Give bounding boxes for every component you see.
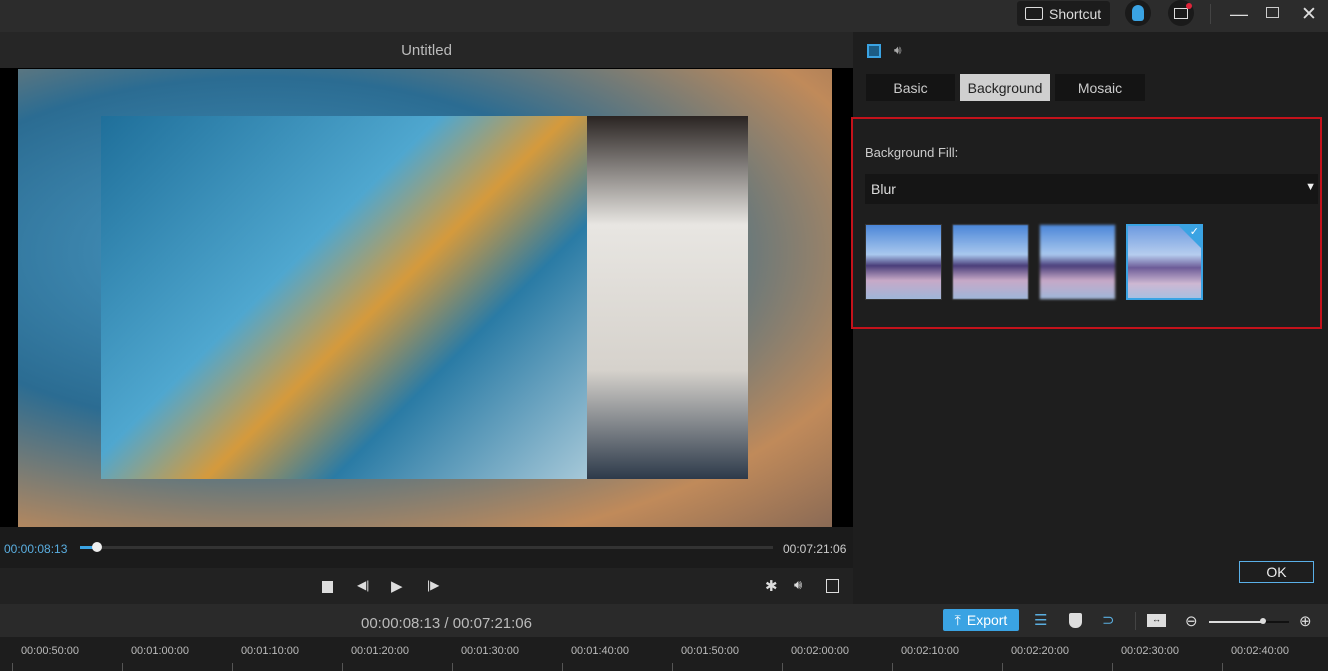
timeline-tick bbox=[342, 663, 343, 671]
dropdown-value: Blur bbox=[871, 181, 896, 197]
blur-option-2[interactable] bbox=[952, 224, 1029, 300]
timeline-tick-label: 00:01:00:00 bbox=[130, 645, 190, 657]
timeline-tick-label: 00:01:10:00 bbox=[240, 645, 300, 657]
video-frame-right bbox=[587, 116, 748, 479]
timeline-tick-label: 00:02:20:00 bbox=[1010, 645, 1070, 657]
video-frame bbox=[101, 116, 587, 479]
timeline-tick-label: 00:02:30:00 bbox=[1120, 645, 1180, 657]
ok-button[interactable]: OK bbox=[1239, 561, 1314, 583]
previous-frame-icon[interactable]: ◀| bbox=[357, 578, 369, 592]
mail-icon bbox=[1174, 2, 1192, 19]
timeline-tick-label: 00:00:50:00 bbox=[20, 645, 80, 657]
zoom-out-icon[interactable]: ⊖ bbox=[1185, 612, 1198, 630]
timeline-tick-label: 00:02:10:00 bbox=[900, 645, 960, 657]
timeline-tick-label: 00:01:30:00 bbox=[460, 645, 520, 657]
seek-handle[interactable] bbox=[92, 542, 102, 552]
restore-icon[interactable] bbox=[1266, 7, 1279, 18]
tab-mosaic[interactable]: Mosaic bbox=[1055, 74, 1145, 101]
dropdown-arrow-icon: ▼ bbox=[1305, 181, 1316, 193]
zoom-slider-handle[interactable] bbox=[1260, 618, 1266, 624]
timeline-tick bbox=[122, 663, 123, 671]
user-button[interactable] bbox=[1125, 0, 1151, 26]
zoom-in-icon[interactable]: ⊕ bbox=[1299, 612, 1312, 630]
upload-icon: ⤒ bbox=[954, 611, 961, 628]
shortcut-label: Shortcut bbox=[1049, 5, 1102, 22]
shortcut-button[interactable]: Shortcut bbox=[1017, 1, 1110, 26]
blur-option-1[interactable] bbox=[865, 224, 942, 300]
blur-option-4[interactable]: ✓ bbox=[1126, 224, 1203, 300]
background-fill-label: Background Fill: bbox=[865, 145, 959, 160]
user-icon bbox=[1132, 5, 1144, 21]
seek-bar[interactable] bbox=[80, 546, 773, 549]
timeline-tick-label: 00:01:40:00 bbox=[570, 645, 630, 657]
volume-icon[interactable]: 🔊︎ bbox=[794, 577, 802, 593]
timeline-tick-label: 00:02:00:00 bbox=[790, 645, 850, 657]
timeline-tick bbox=[1112, 663, 1113, 671]
divider bbox=[1135, 612, 1136, 630]
timeline-tick-label: 00:01:20:00 bbox=[350, 645, 410, 657]
timeline-tick-label: 00:02:40:00 bbox=[1230, 645, 1290, 657]
timeline-tick-label: 00:01:50:00 bbox=[680, 645, 740, 657]
stop-icon[interactable] bbox=[322, 581, 333, 593]
marker-icon[interactable] bbox=[1069, 613, 1082, 628]
timeline-tick bbox=[232, 663, 233, 671]
background-fill-dropdown[interactable]: Blur ▼ bbox=[865, 174, 1318, 204]
export-button[interactable]: ⤒ Export bbox=[943, 609, 1019, 631]
current-time: 00:00:08:13 bbox=[4, 542, 68, 556]
video-tab-icon[interactable] bbox=[867, 44, 881, 58]
timeline-tick bbox=[1222, 663, 1223, 671]
timeline-tick bbox=[562, 663, 563, 671]
zoom-slider[interactable] bbox=[1209, 621, 1289, 623]
keyboard-icon bbox=[1025, 7, 1043, 20]
timeline-tick bbox=[1002, 663, 1003, 671]
export-label: Export bbox=[966, 612, 1008, 628]
timeline-tick bbox=[892, 663, 893, 671]
timeline-tick bbox=[782, 663, 783, 671]
project-title: Untitled bbox=[0, 32, 853, 68]
play-icon[interactable]: ▶ bbox=[391, 577, 403, 595]
timeline-tick bbox=[672, 663, 673, 671]
total-time: 00:07:21:06 bbox=[783, 542, 847, 556]
timecode: 00:00:08:13 / 00:07:21:06 bbox=[361, 615, 532, 632]
timeline-ruler: 00:00:50:00 00:01:00:00 00:01:10:00 00:01:2… bbox=[0, 637, 1328, 671]
check-icon: ✓ bbox=[1189, 226, 1199, 238]
fit-timeline-icon[interactable]: ↔ bbox=[1147, 614, 1166, 627]
minimize-icon[interactable]: — bbox=[1230, 4, 1248, 25]
blur-option-3[interactable] bbox=[1039, 224, 1116, 300]
timeline-tick bbox=[452, 663, 453, 671]
next-frame-icon[interactable]: |▶ bbox=[427, 578, 439, 592]
audio-tab-icon[interactable]: 🔊︎ bbox=[894, 43, 902, 58]
mail-button[interactable] bbox=[1168, 0, 1194, 26]
timeline-toolbar bbox=[0, 604, 1328, 637]
settings-icon[interactable]: ✱ bbox=[765, 577, 778, 595]
divider bbox=[1210, 4, 1211, 24]
tab-background[interactable]: Background bbox=[960, 74, 1050, 101]
tab-basic[interactable]: Basic bbox=[866, 74, 955, 101]
close-icon[interactable]: ✕ bbox=[1301, 3, 1317, 26]
timeline-tick bbox=[12, 663, 13, 671]
snap-magnet-icon[interactable]: ⊃ bbox=[1102, 611, 1115, 629]
track-icon[interactable]: ☰ bbox=[1034, 611, 1047, 629]
fullscreen-icon[interactable] bbox=[826, 579, 839, 593]
